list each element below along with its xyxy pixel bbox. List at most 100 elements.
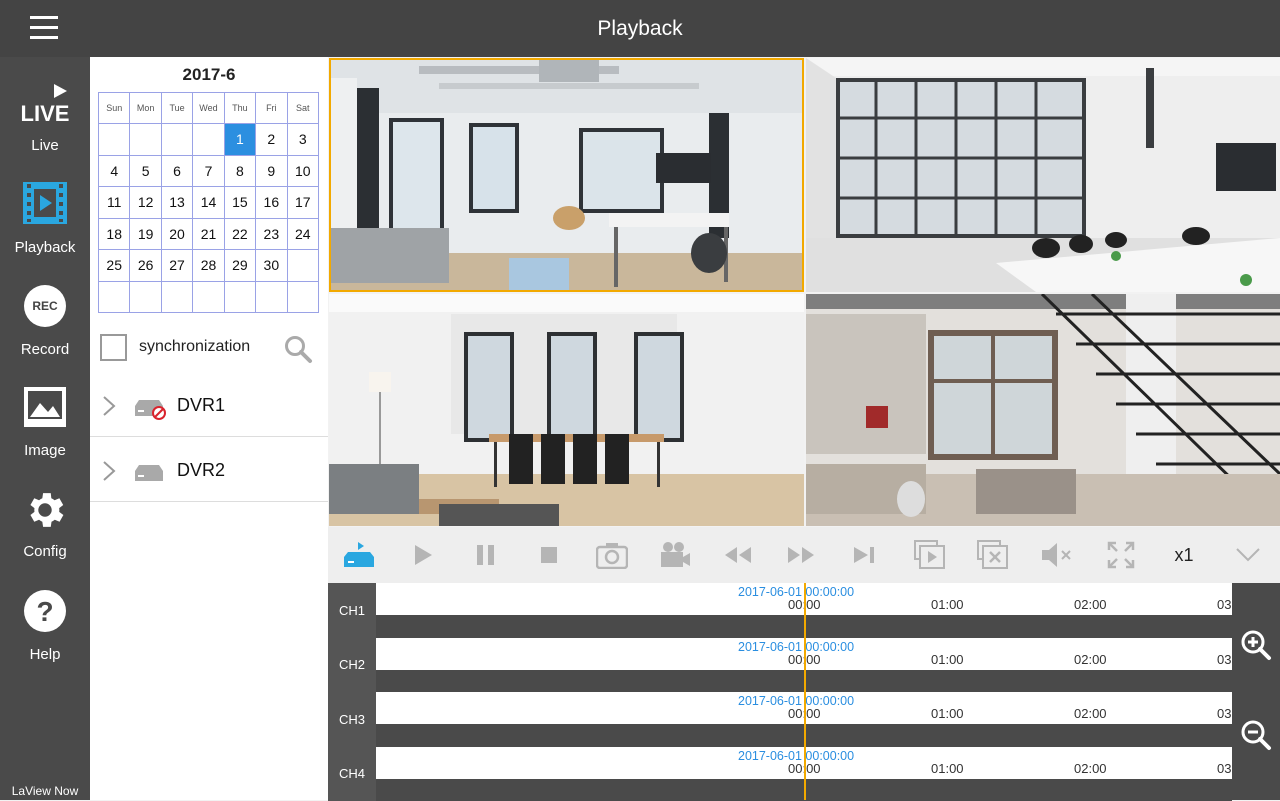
weekday-header: Mon <box>130 93 161 124</box>
camera-view-3[interactable] <box>329 294 804 526</box>
time-tick: 03 <box>1217 597 1231 612</box>
time-tick: 01:00 <box>931 706 964 721</box>
calendar-week: 252627282930 <box>99 250 319 282</box>
device-item-dvr1[interactable]: DVR1 <box>90 373 328 437</box>
dvr-offline-icon <box>135 394 167 420</box>
calendar-day[interactable]: 6 <box>161 155 192 187</box>
calendar-day[interactable]: 14 <box>193 187 224 219</box>
camera-view-2[interactable] <box>806 58 1280 292</box>
timeline-row-ch1[interactable]: CH1 2017-06-01 00:00:00 00:00 01:00 02:0… <box>328 583 1232 638</box>
camera-view-4[interactable] <box>806 294 1280 526</box>
camera-view-1[interactable] <box>329 58 804 292</box>
calendar-day[interactable]: 2 <box>256 124 287 156</box>
timeline-row-ch3[interactable]: CH3 2017-06-01 00:00:00 00:00 01:00 02:0… <box>328 692 1232 747</box>
zoom-out-icon[interactable] <box>1240 719 1272 751</box>
fast-forward-icon[interactable] <box>783 537 819 573</box>
calendar-day[interactable]: 23 <box>256 218 287 250</box>
calendar-day[interactable]: 11 <box>99 187 130 219</box>
channel-label: CH2 <box>328 638 376 693</box>
sync-row: synchronization <box>100 332 320 362</box>
sidebar-item-playback[interactable]: Playback <box>0 179 90 269</box>
chevron-right-icon <box>102 395 116 417</box>
close-window-icon[interactable] <box>975 537 1011 573</box>
stop-icon[interactable] <box>531 537 567 573</box>
sidebar-item-image[interactable]: Image <box>0 385 90 475</box>
svg-text:LIVE: LIVE <box>21 101 70 125</box>
sidebar: LIVE Live Playback REC Record Image <box>0 57 90 800</box>
calendar-day[interactable]: 13 <box>161 187 192 219</box>
calendar-day[interactable]: 19 <box>130 218 161 250</box>
speed-label: x1 <box>1174 545 1193 566</box>
record-clip-icon[interactable] <box>657 537 693 573</box>
calendar-day[interactable]: 20 <box>161 218 192 250</box>
fullscreen-icon[interactable] <box>1103 537 1139 573</box>
device-select-icon[interactable] <box>342 537 378 573</box>
mute-icon[interactable] <box>1038 537 1074 573</box>
camera-feed-image <box>329 58 804 292</box>
timeline-cursor[interactable] <box>804 583 806 800</box>
calendar-day[interactable]: 30 <box>256 250 287 282</box>
sidebar-item-live[interactable]: LIVE Live <box>0 79 90 169</box>
zoom-in-icon[interactable] <box>1240 629 1272 661</box>
camera-feed-image <box>806 294 1280 526</box>
calendar-week <box>99 281 319 313</box>
calendar-day[interactable]: 22 <box>224 218 255 250</box>
snapshot-icon[interactable] <box>594 537 630 573</box>
sidebar-item-help[interactable]: ? Help <box>0 588 90 678</box>
calendar-empty-cell <box>130 281 161 313</box>
top-bar: Playback <box>0 0 1280 57</box>
next-frame-icon[interactable] <box>846 537 882 573</box>
calendar-empty-cell <box>99 281 130 313</box>
gear-icon <box>22 487 68 533</box>
timeline[interactable]: CH1 2017-06-01 00:00:00 00:00 01:00 02:0… <box>328 583 1232 800</box>
search-icon[interactable] <box>283 334 313 364</box>
calendar-day[interactable]: 18 <box>99 218 130 250</box>
calendar-empty-cell <box>256 281 287 313</box>
timeline-row-ch2[interactable]: CH2 2017-06-01 00:00:00 00:00 01:00 02:0… <box>328 638 1232 693</box>
calendar-day[interactable]: 9 <box>256 155 287 187</box>
calendar-day[interactable]: 4 <box>99 155 130 187</box>
calendar-day[interactable]: 1 <box>224 124 255 156</box>
play-icon[interactable] <box>405 537 441 573</box>
calendar-day[interactable]: 3 <box>287 124 318 156</box>
calendar-day[interactable]: 26 <box>130 250 161 282</box>
dvr-icon <box>135 459 167 485</box>
sidebar-item-label: Record <box>0 341 90 358</box>
calendar-day[interactable]: 16 <box>256 187 287 219</box>
calendar-day[interactable]: 5 <box>130 155 161 187</box>
calendar-empty-cell <box>161 281 192 313</box>
synchronization-checkbox[interactable] <box>100 334 127 361</box>
pause-icon[interactable] <box>468 537 504 573</box>
page-title: Playback <box>0 17 1280 41</box>
weekday-header: Sun <box>99 93 130 124</box>
calendar-day[interactable]: 29 <box>224 250 255 282</box>
calendar-day[interactable]: 7 <box>193 155 224 187</box>
chevron-down-icon[interactable] <box>1230 537 1266 573</box>
sidebar-item-config[interactable]: Config <box>0 485 90 575</box>
calendar-day[interactable]: 21 <box>193 218 224 250</box>
calendar-day[interactable]: 28 <box>193 250 224 282</box>
device-item-dvr2[interactable]: DVR2 <box>90 438 328 502</box>
time-tick: 02:00 <box>1074 761 1107 776</box>
synchronization-label: synchronization <box>139 338 250 356</box>
rewind-icon[interactable] <box>720 537 756 573</box>
calendar-day[interactable]: 15 <box>224 187 255 219</box>
calendar-day[interactable]: 27 <box>161 250 192 282</box>
calendar-day[interactable]: 8 <box>224 155 255 187</box>
device-name: DVR1 <box>177 395 225 416</box>
calendar-day[interactable]: 17 <box>287 187 318 219</box>
timeline-row-ch4[interactable]: CH4 2017-06-01 00:00:00 00:00 01:00 02:0… <box>328 747 1232 801</box>
calendar-day[interactable]: 12 <box>130 187 161 219</box>
calendar-empty-cell <box>287 250 318 282</box>
svg-text:REC: REC <box>32 299 58 313</box>
time-tick: 01:00 <box>931 597 964 612</box>
time-tick: 02:00 <box>1074 652 1107 667</box>
time-tick: 02:00 <box>1074 597 1107 612</box>
sidebar-item-label: Config <box>0 543 90 560</box>
speed-selector[interactable]: x1 <box>1166 537 1202 573</box>
calendar-day[interactable]: 24 <box>287 218 318 250</box>
sidebar-item-record[interactable]: REC Record <box>0 283 90 373</box>
calendar-day[interactable]: 10 <box>287 155 318 187</box>
calendar-day[interactable]: 25 <box>99 250 130 282</box>
playback-window-icon[interactable] <box>912 537 948 573</box>
